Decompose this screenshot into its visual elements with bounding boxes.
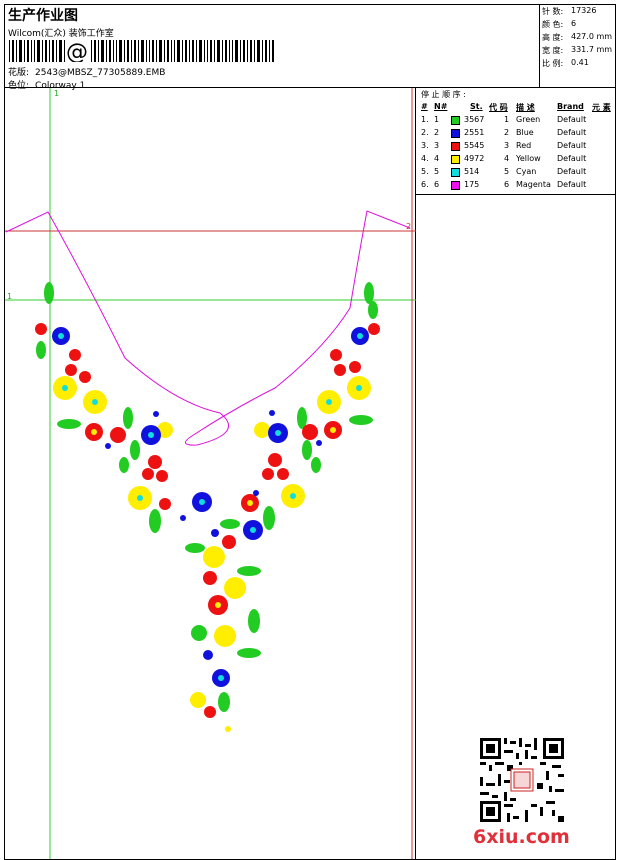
legend-row: 2. 2 2551 2 Blue Default xyxy=(416,128,616,141)
legend-header-desc: 描 述 xyxy=(516,103,535,112)
legend-desc: Blue xyxy=(516,128,534,137)
barcode-image: @ xyxy=(9,40,274,62)
stats-panel: 针 数: 17326 颜 色: 6 高 度: 427.0 mm 宽 度: 331.7 m… xyxy=(540,5,616,88)
legend-header-index: # xyxy=(421,102,428,111)
header-panel: 生产作业图 Wilcom(汇众) 装饰工作室 @ 花版: 2543@MBSZ_7… xyxy=(5,5,540,91)
stat-colors: 颜 色: 6 xyxy=(542,19,577,29)
legend-index: 6. xyxy=(421,180,429,189)
legend-header-st: St. xyxy=(470,102,483,111)
legend-index: 2. xyxy=(421,128,429,137)
legend-brand: Default xyxy=(557,128,587,137)
guide-label-left: 1 xyxy=(7,292,12,301)
legend-desc: Yellow xyxy=(516,154,541,163)
legend-needle: 3 xyxy=(434,141,440,150)
legend-brand: Default xyxy=(557,115,587,124)
legend-code: 2 xyxy=(504,128,510,137)
color-swatch xyxy=(451,129,460,138)
legend-header-code: 代 码 xyxy=(489,103,508,112)
stop-sequence-legend: 停 止 顺 序 : # N# St. 代 码 描 述 Brand 元 素 1. 1… xyxy=(416,88,616,195)
stat-width: 宽 度: 331.7 mm xyxy=(542,45,613,55)
legend-code: 3 xyxy=(504,141,510,150)
embroidery-design: 1 1 2 xyxy=(5,88,416,859)
legend-stitches: 5545 xyxy=(464,141,485,150)
floral-motif xyxy=(35,282,380,732)
legend-desc: Green xyxy=(516,115,541,124)
legend-header-n: N# xyxy=(434,102,448,111)
barcode-glyph: @ xyxy=(66,40,88,62)
legend-code: 4 xyxy=(504,154,510,163)
legend-stitches: 175 xyxy=(464,180,480,189)
guide-label-top: 1 xyxy=(54,89,59,98)
legend-title: 停 止 顺 序 : xyxy=(421,90,466,99)
stat-stitches: 针 数: 17326 xyxy=(542,6,597,16)
legend-needle: 2 xyxy=(434,128,440,137)
company-name: Wilcom(汇众) 装饰工作室 xyxy=(8,29,114,39)
legend-index: 3. xyxy=(421,141,429,150)
legend-header-element: 元 素 xyxy=(592,103,611,112)
legend-needle: 1 xyxy=(434,115,440,124)
legend-index: 5. xyxy=(421,167,429,176)
legend-brand: Default xyxy=(557,180,587,189)
file-label: 花版: xyxy=(8,68,30,78)
legend-needle: 5 xyxy=(434,167,440,176)
legend-desc: Magenta xyxy=(516,180,551,189)
file-name-line: 花版: 2543@MBSZ_77305889.EMB xyxy=(8,65,165,78)
stat-height: 高 度: 427.0 mm xyxy=(542,32,613,42)
legend-row: 6. 6 175 6 Magenta Default xyxy=(416,180,616,193)
legend-row: 3. 3 5545 3 Red Default xyxy=(416,141,616,154)
legend-code: 1 xyxy=(504,115,510,124)
legend-index: 1. xyxy=(421,115,429,124)
legend-stitches: 4972 xyxy=(464,154,485,163)
legend-row: 4. 4 4972 4 Yellow Default xyxy=(416,154,616,167)
legend-brand: Default xyxy=(557,141,587,150)
legend-needle: 4 xyxy=(434,154,440,163)
stat-scale: 比 例: 0.41 xyxy=(542,58,589,68)
color-swatch xyxy=(451,168,460,177)
qr-code-image xyxy=(480,738,564,822)
legend-row: 1. 1 3567 1 Green Default xyxy=(416,115,616,128)
legend-row: 5. 5 514 5 Cyan Default xyxy=(416,167,616,180)
legend-code: 6 xyxy=(504,180,510,189)
legend-header-brand: Brand xyxy=(557,102,584,111)
color-swatch xyxy=(451,181,460,190)
legend-stitches: 2551 xyxy=(464,128,485,137)
legend-brand: Default xyxy=(557,154,587,163)
legend-stitches: 514 xyxy=(464,167,480,176)
color-swatch xyxy=(451,142,460,151)
legend-needle: 6 xyxy=(434,180,440,189)
file-value: 2543@MBSZ_77305889.EMB xyxy=(35,68,166,78)
neckline-outline xyxy=(5,210,411,446)
legend-code: 5 xyxy=(504,167,510,176)
design-canvas: 1 1 2 xyxy=(5,88,416,859)
legend-brand: Default xyxy=(557,167,587,176)
legend-desc: Red xyxy=(516,141,532,150)
legend-index: 4. xyxy=(421,154,429,163)
legend-stitches: 3567 xyxy=(464,115,485,124)
color-swatch xyxy=(451,116,460,125)
color-swatch xyxy=(451,155,460,164)
site-watermark: 6xiu.com xyxy=(473,826,570,848)
page-title: 生产作业图 xyxy=(8,8,78,24)
legend-desc: Cyan xyxy=(516,167,537,176)
